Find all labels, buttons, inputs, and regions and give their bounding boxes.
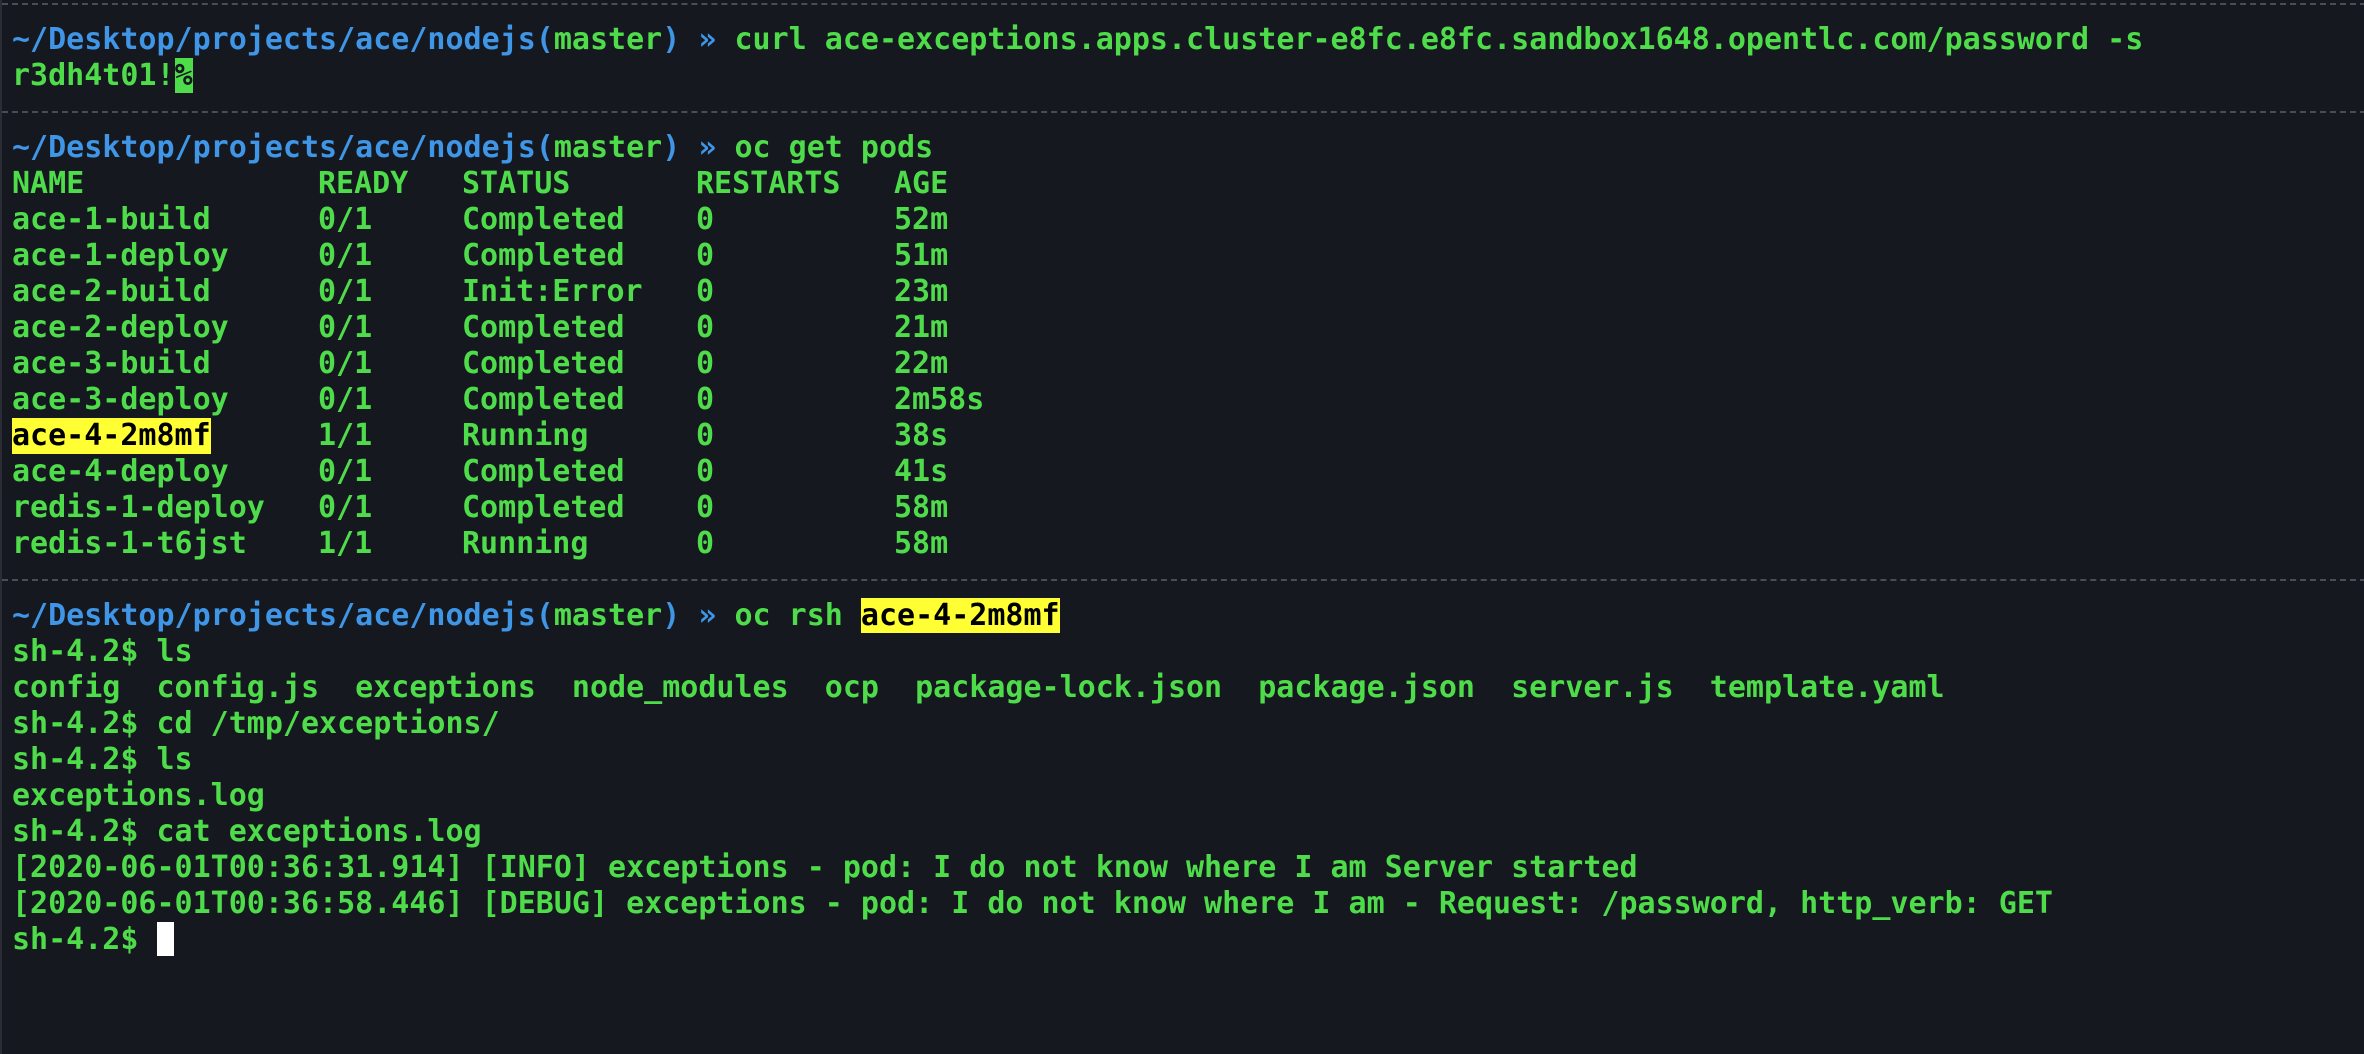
prompt-branch: master <box>553 130 663 165</box>
text-cursor[interactable] <box>156 921 174 956</box>
pod-age: 38s <box>894 418 949 453</box>
pod-status: Completed <box>462 454 625 489</box>
prompt-path: ~/Desktop/projects/ace/nodejs <box>12 22 536 57</box>
command-text: oc rsh <box>734 598 861 633</box>
shell-line: sh-4.2$ ls <box>12 742 193 777</box>
eol-marker: % <box>174 58 193 93</box>
table-row: ace-1-build 0/1 Completed 0 52m <box>12 202 1112 238</box>
table-row: ace-1-deploy 0/1 Completed 0 51m <box>12 238 1112 274</box>
header-restarts: RESTARTS <box>696 166 841 201</box>
header-ready: READY <box>318 166 409 201</box>
shell-line: [2020-06-01T00:36:58.446] [DEBUG] except… <box>12 886 2053 921</box>
table-row: ace-4-2m8mf 1/1 Running 0 38s <box>12 418 1112 454</box>
pod-age: 58m <box>894 490 949 525</box>
pod-age: 52m <box>894 202 949 237</box>
active-prompt-line[interactable]: sh-4.2$ <box>12 921 174 958</box>
shell-line: [2020-06-01T00:36:31.914] [INFO] excepti… <box>12 850 1638 885</box>
command-pod-highlighted: ace-4-2m8mf <box>860 598 1060 633</box>
pod-status: Completed <box>462 310 625 345</box>
pod-name: ace-2-build <box>12 274 211 309</box>
pod-status: Init:Error <box>462 274 643 309</box>
pod-status: Completed <box>462 490 625 525</box>
pod-name: ace-4-deploy <box>12 454 229 489</box>
prompt-separator <box>2 579 2364 581</box>
pod-restarts: 0 <box>696 454 715 489</box>
pod-ready: 0/1 <box>318 490 373 525</box>
pod-status: Completed <box>462 202 625 237</box>
pod-status: Completed <box>462 238 625 273</box>
header-status: STATUS <box>462 166 571 201</box>
pod-restarts: 0 <box>696 490 715 525</box>
pod-name: ace-3-build <box>12 346 211 381</box>
pod-restarts: 0 <box>696 418 715 453</box>
pod-ready: 0/1 <box>318 274 373 309</box>
pod-restarts: 0 <box>696 382 715 417</box>
shell-line: sh-4.2$ ls <box>12 634 193 669</box>
pod-restarts: 0 <box>696 346 715 381</box>
terminal-window[interactable]: ~/Desktop/projects/ace/nodejs(master) » … <box>0 0 2364 1054</box>
shell-line: config config.js exceptions node_modules… <box>12 670 1945 705</box>
table-row: ace-3-deploy 0/1 Completed 0 2m58s <box>12 382 1112 418</box>
pod-ready: 0/1 <box>318 202 373 237</box>
prompt-branch: master <box>553 598 663 633</box>
pod-age: 41s <box>894 454 949 489</box>
pod-restarts: 0 <box>696 238 715 273</box>
pod-name-highlighted: ace-4-2m8mf <box>12 418 211 454</box>
pod-status: Completed <box>462 346 625 381</box>
pod-ready: 1/1 <box>318 526 373 561</box>
pod-name: redis-1-deploy <box>12 490 265 525</box>
prompt-line: ~/Desktop/projects/ace/nodejs(master) » … <box>12 598 1060 633</box>
command-output: r3dh4t01!% <box>12 58 193 93</box>
pod-status: Completed <box>462 382 625 417</box>
pod-ready: 0/1 <box>318 310 373 345</box>
header-age: AGE <box>894 166 949 201</box>
pod-ready: 0/1 <box>318 238 373 273</box>
pod-name: ace-1-deploy <box>12 238 229 273</box>
pods-table-header: NAME READY STATUS RESTARTS AGE <box>12 166 1112 202</box>
table-row: redis-1-t6jst 1/1 Running 0 58m <box>12 526 1112 562</box>
shell-prompt: sh-4.2$ <box>12 922 157 957</box>
pod-name: ace-2-deploy <box>12 310 229 345</box>
pod-restarts: 0 <box>696 274 715 309</box>
shell-line: exceptions.log <box>12 778 265 813</box>
command-text: curl ace-exceptions.apps.cluster-e8fc.e8… <box>734 22 2144 57</box>
shell-line: sh-4.2$ cd /tmp/exceptions/ <box>12 706 500 741</box>
prompt-chevron: » <box>698 598 717 633</box>
prompt-path: ~/Desktop/projects/ace/nodejs <box>12 130 536 165</box>
prompt-line: ~/Desktop/projects/ace/nodejs(master) » … <box>12 22 2144 57</box>
table-row: ace-3-build 0/1 Completed 0 22m <box>12 346 1112 382</box>
table-row: redis-1-deploy 0/1 Completed 0 58m <box>12 490 1112 526</box>
shell-line: sh-4.2$ cat exceptions.log <box>12 814 482 849</box>
table-row: ace-2-deploy 0/1 Completed 0 21m <box>12 310 1112 346</box>
prompt-branch: master <box>553 22 663 57</box>
prompt-line: ~/Desktop/projects/ace/nodejs(master) » … <box>12 130 934 165</box>
pod-age: 23m <box>894 274 949 309</box>
pod-ready: 0/1 <box>318 382 373 417</box>
prompt-chevron: » <box>698 22 717 57</box>
pod-age: 22m <box>894 346 949 381</box>
pod-ready: 0/1 <box>318 454 373 489</box>
table-row: ace-4-deploy 0/1 Completed 0 41s <box>12 454 1112 490</box>
prompt-chevron: » <box>698 130 717 165</box>
pod-ready: 0/1 <box>318 346 373 381</box>
pod-name: redis-1-t6jst <box>12 526 247 561</box>
pod-age: 21m <box>894 310 949 345</box>
command-text: oc get pods <box>734 130 934 165</box>
prompt-separator <box>2 111 2364 113</box>
header-name: NAME <box>12 166 85 201</box>
prompt-separator <box>2 3 2364 5</box>
pod-restarts: 0 <box>696 526 715 561</box>
pod-restarts: 0 <box>696 202 715 237</box>
pod-status: Running <box>462 526 589 561</box>
pod-age: 51m <box>894 238 949 273</box>
pod-status: Running <box>462 418 589 453</box>
table-row: ace-2-build 0/1 Init:Error 0 23m <box>12 274 1112 310</box>
prompt-path: ~/Desktop/projects/ace/nodejs <box>12 598 536 633</box>
pod-ready: 1/1 <box>318 418 373 453</box>
pod-age: 2m58s <box>894 382 985 417</box>
pod-name: ace-1-build <box>12 202 211 237</box>
pod-name: ace-3-deploy <box>12 382 229 417</box>
pod-age: 58m <box>894 526 949 561</box>
pod-restarts: 0 <box>696 310 715 345</box>
